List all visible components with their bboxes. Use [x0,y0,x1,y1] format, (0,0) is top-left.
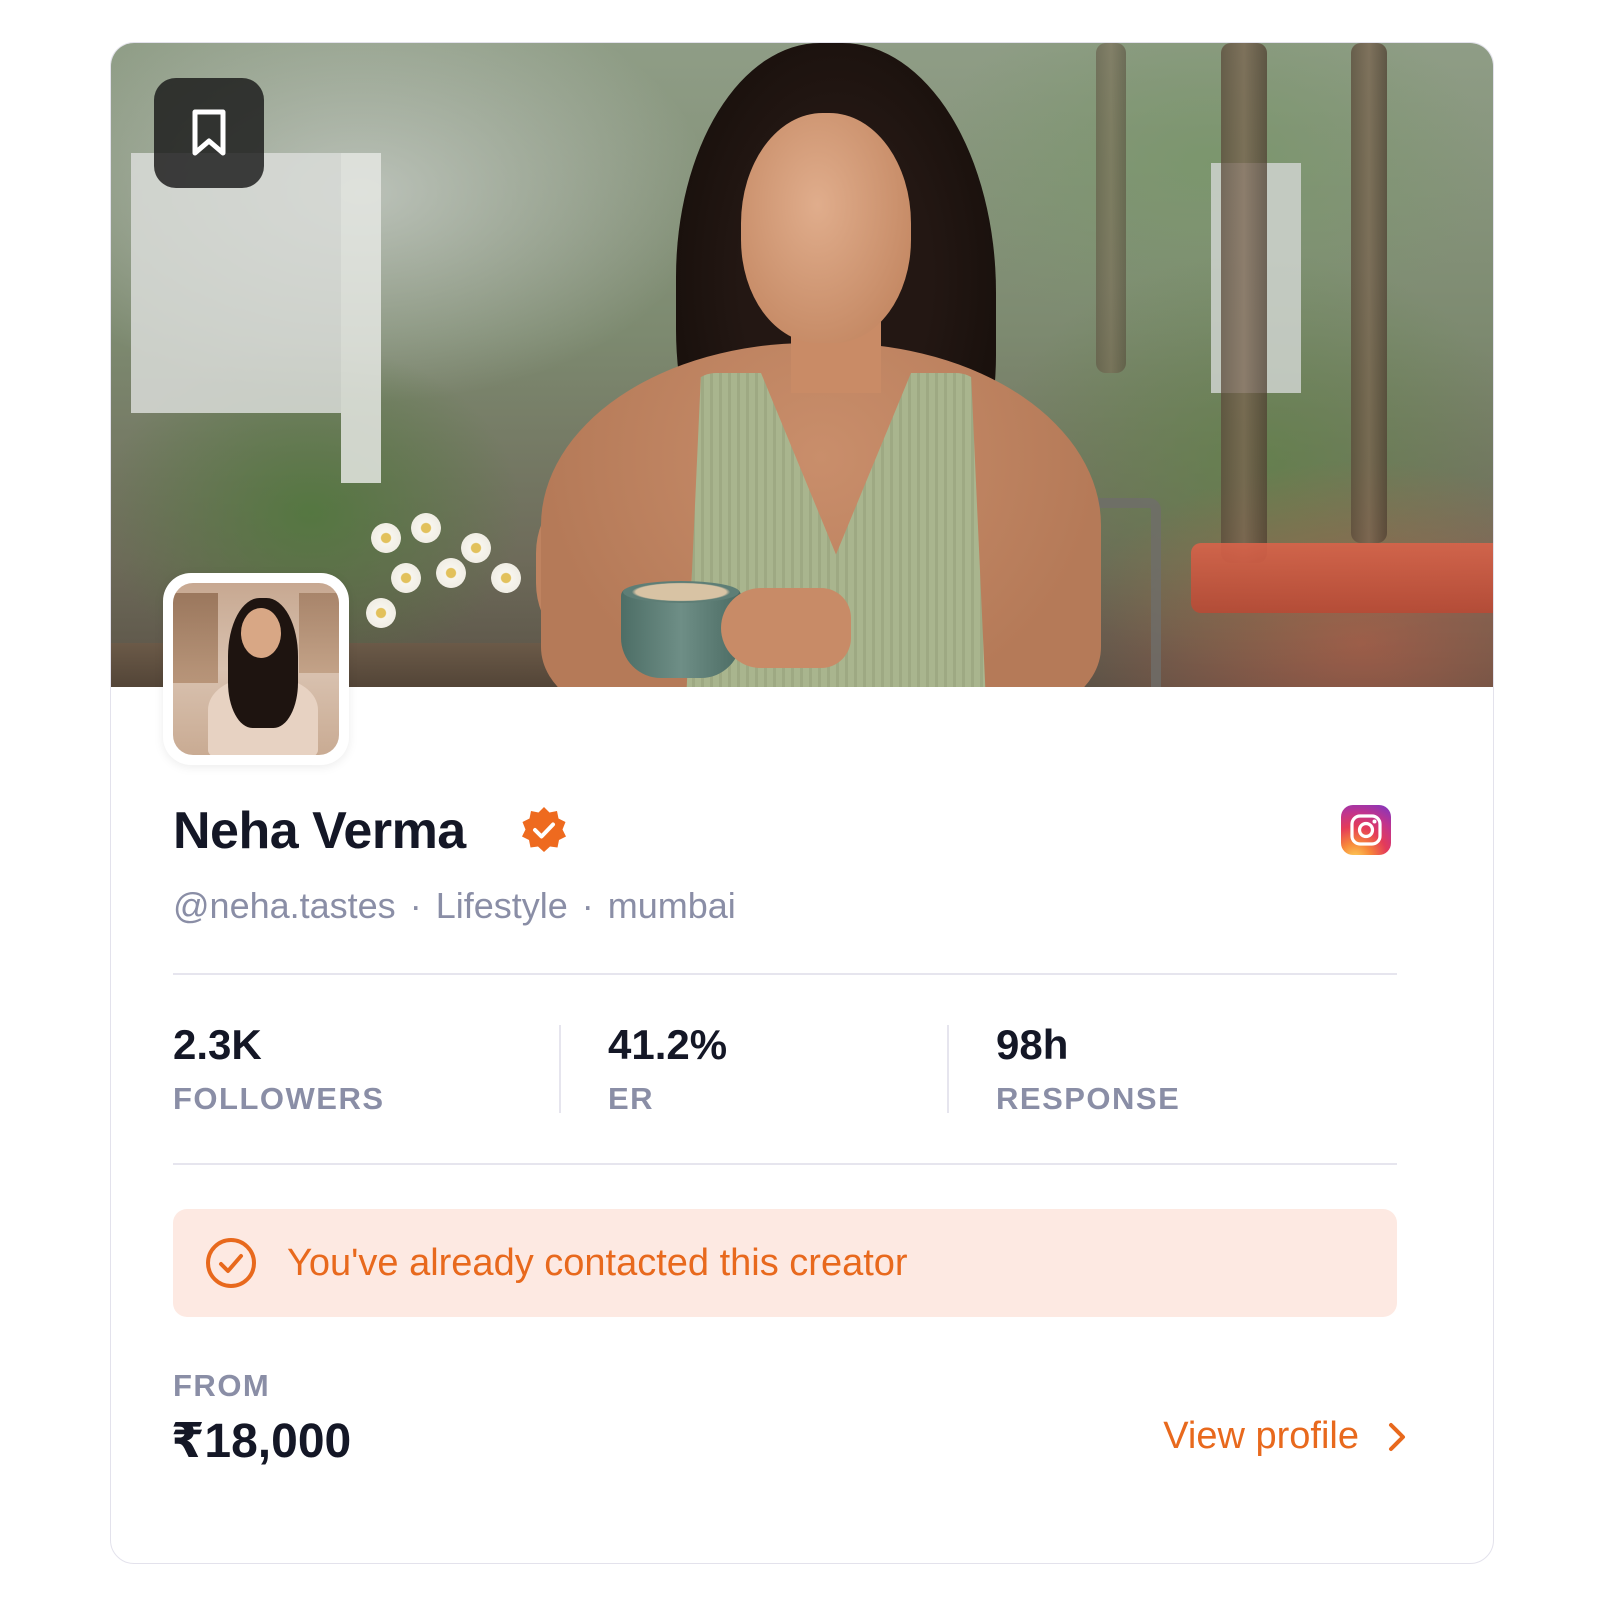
creator-category: Lifestyle [435,885,568,926]
creator-handle: @neha.tastes [173,885,396,926]
creator-card[interactable]: Neha Verma @neha.tastes · Lifestyle · mumbai… [110,42,1494,1564]
stat-divider [559,1025,561,1113]
stat-value: 2.3K [173,1021,262,1068]
meta-separator: · [409,885,422,926]
creator-name: Neha Verma [173,802,466,860]
stat-label: ER [608,1081,655,1116]
stat-value: 41.2% [608,1021,728,1068]
stat-response: 98h RESPONSE [996,1021,1180,1117]
divider [173,973,1397,975]
instagram-icon[interactable] [1341,805,1391,855]
price-from-label: FROM [173,1368,271,1403]
divider [173,1163,1397,1165]
bookmark-button[interactable] [154,78,264,188]
instagram-glyph-icon [1350,814,1382,846]
creator-meta: @neha.tastes · Lifestyle · mumbai [173,885,736,927]
view-profile-label: View profile [1163,1415,1359,1457]
view-profile-link[interactable]: View profile [1163,1415,1417,1458]
stat-er: 41.2% ER [608,1021,727,1117]
check-circle-icon [206,1238,256,1288]
price-value: ₹18,000 [171,1415,352,1468]
avatar-photo [173,583,339,755]
bookmark-icon [192,109,226,156]
stat-value: 98h [996,1021,1069,1068]
stat-divider [947,1025,949,1113]
stat-label: FOLLOWERS [173,1081,385,1116]
notice-text: You've already contacted this creator [287,1241,908,1284]
meta-separator: · [581,885,594,926]
verified-badge-icon [522,807,566,852]
chevron-right-icon [1389,1422,1405,1451]
stat-followers: 2.3K FOLLOWERS [173,1021,385,1117]
creator-city: mumbai [607,885,736,926]
stat-label: RESPONSE [996,1081,1181,1116]
contacted-notice: You've already contacted this creator [173,1209,1397,1317]
avatar [163,573,349,765]
